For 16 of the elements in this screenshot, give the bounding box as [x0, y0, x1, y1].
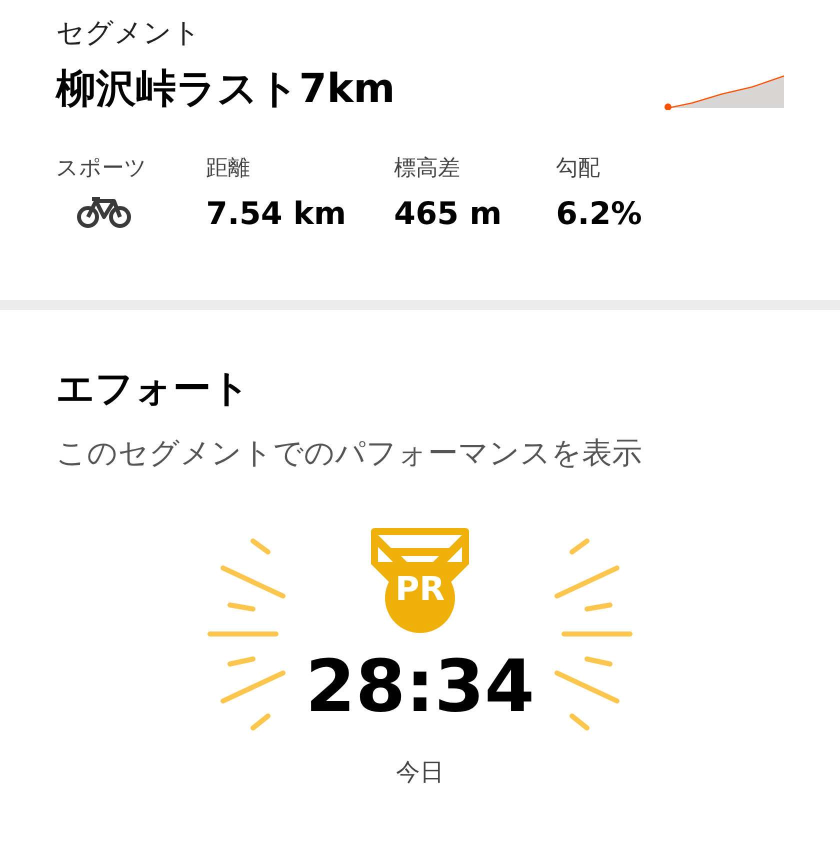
stat-label: 勾配	[556, 155, 601, 183]
stat-value: 6.2%	[556, 195, 642, 234]
section-subtitle: このセグメントでのパフォーマンスを表示	[56, 434, 643, 472]
stat-value: 7.54 km	[206, 195, 348, 234]
stat-label: スポーツ	[56, 155, 148, 183]
bicycle-icon	[76, 195, 132, 229]
stat-label: 距離	[206, 155, 251, 183]
effort-time: 28:34	[305, 650, 535, 722]
stat-value: 465 m	[394, 195, 503, 234]
medal-icon	[369, 526, 471, 634]
section-label: セグメント	[56, 15, 202, 51]
segment-title: 柳沢峠ラスト7km	[56, 65, 396, 114]
stat-label: 標高差	[394, 155, 461, 183]
effort-date: 今日	[396, 756, 444, 788]
badge-label: PR	[394, 572, 446, 604]
section-title: エフォート	[56, 364, 251, 412]
